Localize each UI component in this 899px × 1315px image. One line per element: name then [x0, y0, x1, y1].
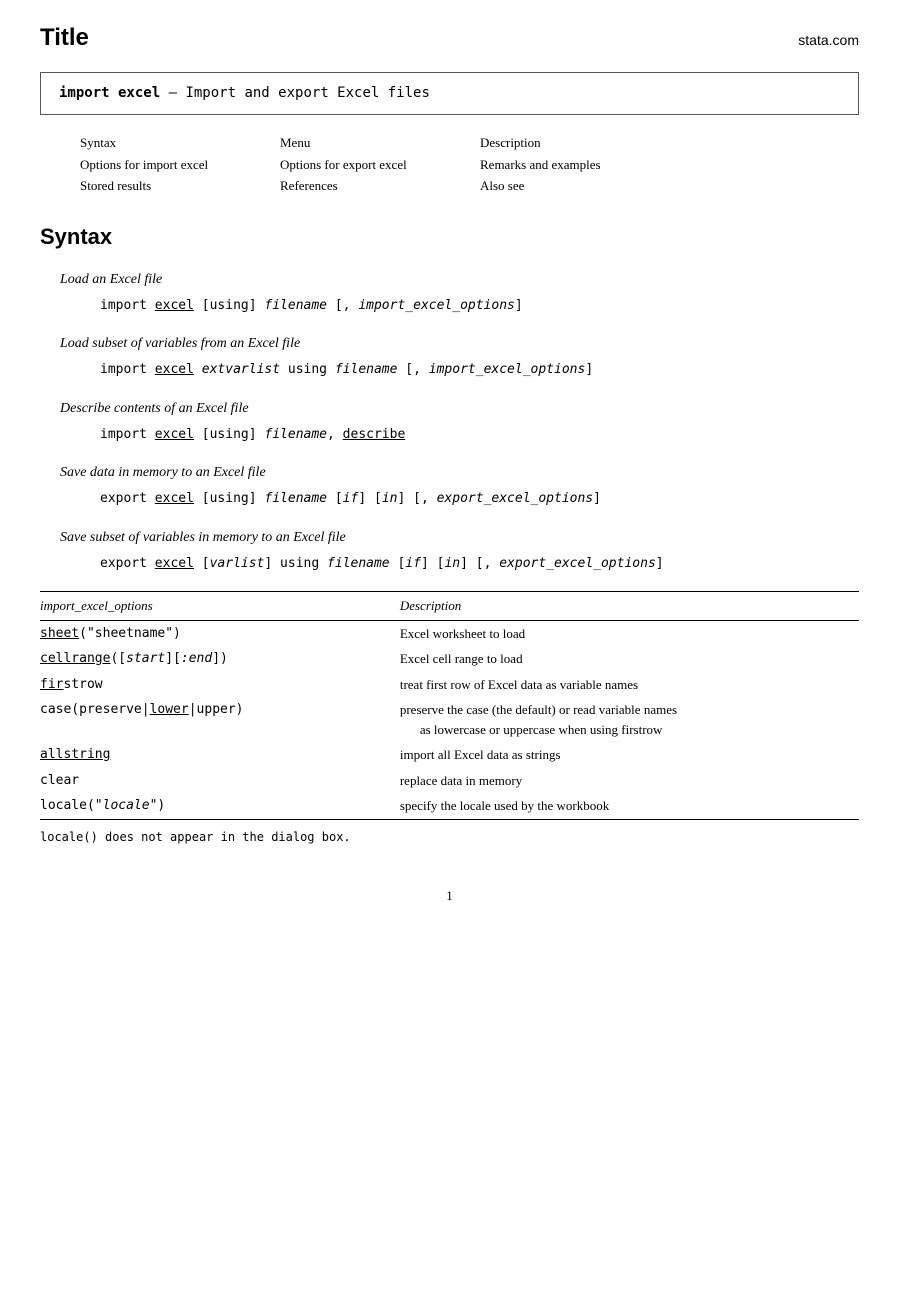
title-box: import excel — Import and export Excel f… — [40, 72, 859, 115]
nav-menu[interactable]: Menu — [280, 133, 480, 153]
desc-cellrange: Excel cell range to load — [400, 646, 859, 672]
nav-stored-results[interactable]: Stored results — [80, 176, 280, 196]
syntax-desc-3: Describe contents of an Excel file — [40, 398, 859, 419]
syntax-block-load: Load an Excel file import excel [using] … — [40, 269, 859, 316]
table-row: firstrow treat first row of Excel data a… — [40, 672, 859, 698]
nav-references[interactable]: References — [280, 176, 480, 196]
page-title: Title — [40, 20, 89, 56]
desc-sheet: Excel worksheet to load — [400, 620, 859, 646]
syntax-line-5: export excel [varlist] using filename [i… — [40, 554, 859, 574]
section-heading: Syntax — [40, 220, 859, 253]
syntax-line-2: import excel extvarlist using filename [… — [40, 360, 859, 380]
title-box-text: import excel — Import and export Excel f… — [59, 85, 430, 101]
nav-table: Syntax Menu Description Options for impo… — [80, 133, 819, 196]
col-header-option: import_excel_options — [40, 592, 400, 621]
nav-syntax[interactable]: Syntax — [80, 133, 280, 153]
option-cellrange: cellrange([start][:end]) — [40, 646, 400, 672]
desc-firstrow: treat first row of Excel data as variabl… — [400, 672, 859, 698]
desc-case: preserve the case (the default) or read … — [400, 697, 859, 742]
page-number: 1 — [40, 886, 859, 906]
desc-locale: specify the locale used by the workbook — [400, 793, 859, 819]
title-description: Import and export Excel files — [185, 85, 429, 101]
option-case: case(preserve|lower|upper) — [40, 697, 400, 742]
syntax-block-save: Save data in memory to an Excel file exp… — [40, 462, 859, 509]
nav-also-see[interactable]: Also see — [480, 176, 680, 196]
nav-remarks[interactable]: Remarks and examples — [480, 155, 680, 175]
syntax-block-subset-load: Load subset of variables from an Excel f… — [40, 333, 859, 380]
title-separator: — — [169, 85, 186, 101]
option-allstring: allstring — [40, 742, 400, 768]
nav-options-export[interactable]: Options for export excel — [280, 155, 480, 175]
syntax-line-3: import excel [using] filename, describe — [40, 425, 859, 445]
nav-options-import[interactable]: Options for import excel — [80, 155, 280, 175]
options-table: import_excel_options Description sheet("… — [40, 591, 859, 820]
footnote: locale() does not appear in the dialog b… — [40, 828, 859, 846]
desc-allstring: import all Excel data as strings — [400, 742, 859, 768]
syntax-desc-1: Load an Excel file — [40, 269, 859, 290]
syntax-desc-5: Save subset of variables in memory to an… — [40, 527, 859, 548]
table-row: case(preserve|lower|upper) preserve the … — [40, 697, 859, 742]
syntax-block-describe: Describe contents of an Excel file impor… — [40, 398, 859, 445]
option-clear: clear — [40, 768, 400, 794]
syntax-block-subset-save: Save subset of variables in memory to an… — [40, 527, 859, 574]
option-sheet: sheet("sheetname") — [40, 620, 400, 646]
table-row: sheet("sheetname") Excel worksheet to lo… — [40, 620, 859, 646]
table-row: allstring import all Excel data as strin… — [40, 742, 859, 768]
syntax-line-1: import excel [using] filename [, import_… — [40, 296, 859, 316]
syntax-desc-4: Save data in memory to an Excel file — [40, 462, 859, 483]
table-row: locale("locale") specify the locale used… — [40, 793, 859, 819]
page-header: Title stata.com — [40, 20, 859, 56]
table-row: clear replace data in memory — [40, 768, 859, 794]
stata-com: stata.com — [798, 30, 859, 51]
option-locale: locale("locale") — [40, 793, 400, 819]
syntax-line-4: export excel [using] filename [if] [in] … — [40, 489, 859, 509]
syntax-section: Syntax Load an Excel file import excel [… — [40, 220, 859, 846]
title-command: import excel — [59, 85, 160, 101]
nav-description[interactable]: Description — [480, 133, 680, 153]
col-header-desc: Description — [400, 592, 859, 621]
desc-clear: replace data in memory — [400, 768, 859, 794]
table-row: cellrange([start][:end]) Excel cell rang… — [40, 646, 859, 672]
syntax-desc-2: Load subset of variables from an Excel f… — [40, 333, 859, 354]
option-firstrow: firstrow — [40, 672, 400, 698]
